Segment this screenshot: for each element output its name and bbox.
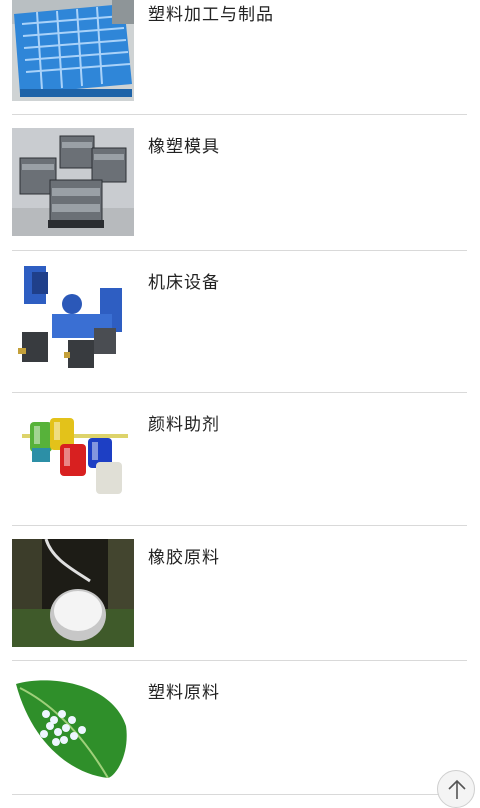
- list-item[interactable]: 塑料原料: [12, 660, 467, 795]
- list-item[interactable]: 橡塑模具: [12, 114, 467, 251]
- list-item[interactable]: 颜料助剂: [12, 392, 467, 526]
- scroll-top-button[interactable]: [437, 770, 475, 808]
- blue-plastic-pallet-image: [12, 0, 134, 101]
- rubber-latex-tapping-image: [12, 539, 134, 647]
- list-item[interactable]: 橡胶原料: [12, 525, 467, 661]
- category-label: 颜料助剂: [148, 415, 220, 435]
- steel-mold-sets-image: [12, 128, 134, 236]
- list-item[interactable]: 塑料加工与制品: [12, 0, 467, 115]
- category-label: 橡塑模具: [148, 137, 220, 157]
- arrow-up-icon: [448, 779, 466, 799]
- category-label: 塑料原料: [148, 683, 220, 703]
- list-item[interactable]: 机床设备: [12, 250, 467, 393]
- blue-machine-tool-image: [12, 264, 134, 378]
- category-label: 机床设备: [148, 273, 220, 293]
- category-label: 橡胶原料: [148, 548, 220, 568]
- plastic-pellets-on-leaf-image: [12, 674, 134, 778]
- category-label: 塑料加工与制品: [148, 5, 274, 25]
- colored-pigment-cans-image: [12, 406, 134, 510]
